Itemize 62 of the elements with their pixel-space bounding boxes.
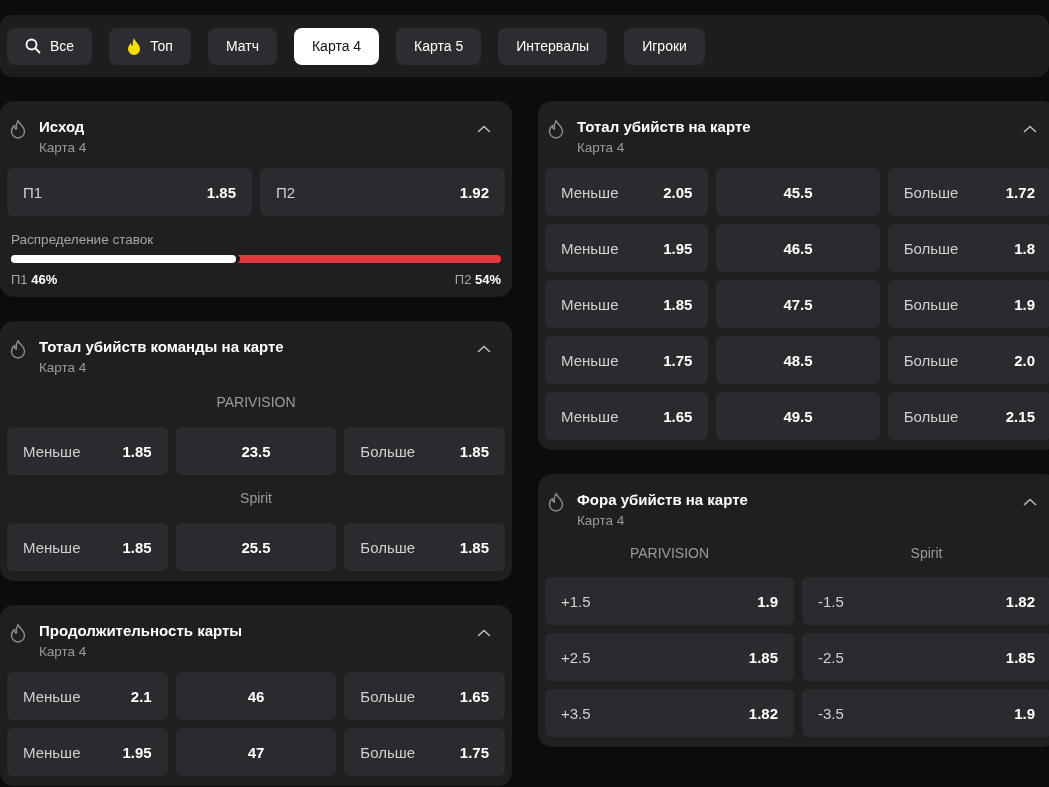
filter-tab[interactable]: Топ — [109, 27, 191, 65]
market-title: Тотал убийств команды на карте — [39, 337, 285, 357]
market-title: Тотал убийств на карте — [577, 117, 752, 137]
chevron-up-icon[interactable] — [477, 629, 491, 637]
odds-button[interactable]: -1.5 1.82 — [802, 577, 1049, 625]
market-title: Исход — [39, 117, 86, 137]
chevron-up-icon[interactable] — [477, 345, 491, 353]
market-subtitle: Карта 4 — [39, 643, 88, 660]
flame-icon — [10, 119, 26, 139]
odds-button[interactable]: -2.5 1.85 — [802, 633, 1049, 681]
odds-button[interactable]: Меньше 2.05 — [545, 168, 709, 216]
team-name: Spirit — [909, 545, 944, 561]
team-name: PARIVISION — [628, 545, 711, 561]
odds-button[interactable]: +2.5 1.85 — [545, 633, 794, 681]
filter-tab[interactable]: Все — [7, 27, 93, 65]
market-subtitle: Карта 4 — [39, 139, 88, 156]
odds-button[interactable]: Меньше 1.95 — [7, 728, 168, 776]
odds-button[interactable]: Больше 1.75 — [344, 728, 505, 776]
filter-tab[interactable]: Интервалы — [498, 27, 608, 65]
flame-icon — [548, 492, 564, 512]
market-subtitle: Карта 4 — [577, 139, 626, 156]
odds-button[interactable]: П2 1.92 — [260, 168, 505, 216]
odds-button[interactable]: Больше 2.0 — [887, 336, 1049, 384]
filter-tab[interactable]: Матч — [207, 27, 277, 65]
market-title: Фора убийств на карте — [577, 490, 749, 510]
market-subtitle: Карта 4 — [577, 512, 626, 529]
filter-tab[interactable]: Карта 5 — [396, 27, 482, 65]
odds-button[interactable]: Меньше 1.85 — [7, 427, 168, 475]
distribution-label: Распределение ставок — [11, 232, 155, 247]
chevron-up-icon[interactable] — [477, 125, 491, 133]
odds-button[interactable]: Больше 1.65 — [344, 672, 505, 720]
share-text: П2 54% — [454, 272, 501, 287]
search-icon — [25, 38, 41, 54]
odds-button[interactable]: Меньше 1.85 — [7, 523, 168, 571]
flame-icon — [10, 623, 26, 643]
chevron-up-icon[interactable] — [1023, 125, 1037, 133]
market-subtitle: Карта 4 — [39, 359, 88, 376]
share-text: П1 46% — [11, 272, 58, 287]
chevron-up-icon[interactable] — [1023, 498, 1037, 506]
odds-button[interactable]: Меньше 2.1 — [7, 672, 168, 720]
market-title: Продолжительность карты — [39, 621, 244, 641]
odds-button[interactable]: Меньше 1.75 — [545, 336, 709, 384]
odds-button[interactable]: -3.5 1.9 — [802, 689, 1049, 737]
team-name: Spirit — [239, 489, 273, 508]
flame-icon — [127, 37, 142, 55]
odds-button[interactable]: Больше 1.72 — [887, 168, 1049, 216]
odds-button[interactable]: Меньше 1.85 — [545, 280, 709, 328]
flame-icon — [10, 339, 26, 359]
filter-tab[interactable]: Игроки — [624, 27, 705, 65]
odds-button[interactable]: Больше 1.9 — [887, 280, 1049, 328]
odds-button[interactable]: +3.5 1.82 — [545, 689, 794, 737]
odds-button[interactable]: П1 1.85 — [7, 168, 252, 216]
filter-tab[interactable]: Карта 4 — [293, 27, 380, 65]
odds-button[interactable]: Меньше 1.95 — [545, 224, 709, 272]
team-name: PARIVISION — [215, 393, 297, 412]
odds-button[interactable]: Меньше 1.65 — [545, 392, 709, 440]
odds-button[interactable]: +1.5 1.9 — [545, 577, 794, 625]
odds-button[interactable]: Больше 1.85 — [344, 427, 505, 475]
odds-button[interactable]: Больше 1.8 — [887, 224, 1049, 272]
odds-button[interactable]: Больше 2.15 — [887, 392, 1049, 440]
odds-button[interactable]: Больше 1.85 — [344, 523, 505, 571]
flame-icon — [548, 119, 564, 139]
